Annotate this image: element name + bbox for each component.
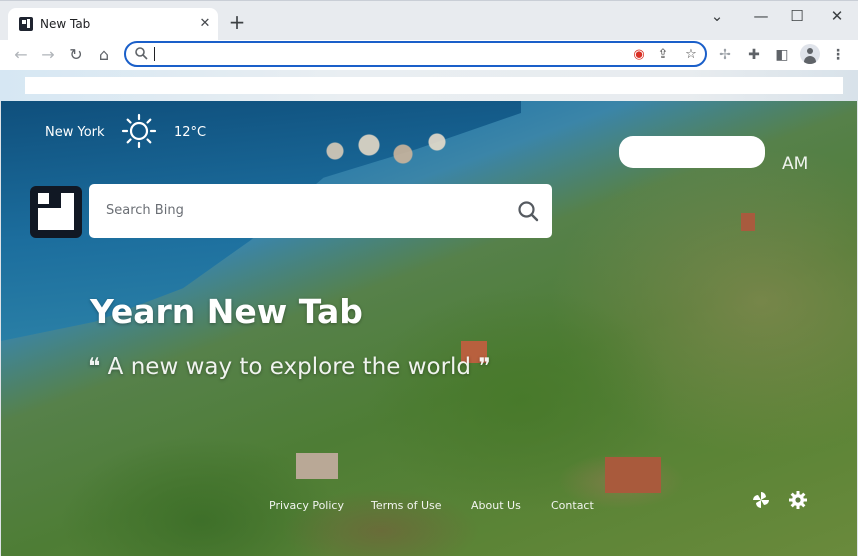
footer-link-terms-of-use[interactable]: Terms of Use: [371, 499, 442, 512]
background-house: [741, 213, 755, 231]
browser-toolbar: ← → ↻ ⌂ ◉ ⇪ ☆ ✢ ✚ ◧ ⋮: [0, 40, 858, 70]
side-panel-icon[interactable]: ◧: [771, 44, 793, 66]
tab-search-chevron-down-icon[interactable]: ⌄: [704, 5, 730, 27]
extensions-puzzle-icon[interactable]: ✚: [743, 44, 765, 66]
forward-icon[interactable]: →: [36, 43, 60, 67]
background-house: [605, 457, 661, 493]
search-input[interactable]: Search Bing: [89, 184, 552, 238]
share-icon[interactable]: ⇪: [654, 46, 672, 64]
new-tab-plus-icon[interactable]: +: [226, 12, 248, 34]
window-close-icon[interactable]: ✕: [824, 5, 850, 27]
sun-icon: [121, 113, 157, 149]
minimize-icon[interactable]: —: [748, 5, 774, 27]
tab-strip: New Tab ✕ + ⌄ — ☐ ✕: [0, 0, 858, 41]
bookmark-band: [0, 70, 858, 101]
profile-avatar[interactable]: [800, 44, 820, 64]
footer-link-contact[interactable]: Contact: [551, 499, 594, 512]
footer-link-privacy-policy[interactable]: Privacy Policy: [269, 499, 344, 512]
text-cursor: [154, 47, 155, 61]
new-tab-page: New York 12°C AM Search Bing Yearn New T…: [1, 101, 857, 556]
tab-title: New Tab: [40, 17, 91, 31]
tab-close-icon[interactable]: ✕: [196, 15, 214, 33]
omnibox-search-icon: [135, 47, 148, 60]
clock-time-redacted: [619, 136, 765, 168]
clock-ampm: AM: [782, 154, 809, 174]
hero-title: Yearn New Tab: [90, 292, 363, 331]
footer-link-about-us[interactable]: About Us: [471, 499, 521, 512]
tab-new-tab[interactable]: New Tab ✕: [8, 8, 218, 41]
background-village: [301, 121, 471, 181]
logo-base: [38, 213, 74, 230]
reload-icon[interactable]: ↻: [64, 43, 88, 67]
back-icon[interactable]: ←: [9, 43, 33, 67]
weather-temperature: 12°C: [174, 125, 207, 140]
restore-icon[interactable]: ☐: [784, 5, 810, 27]
background-house: [296, 453, 338, 479]
pinwheel-icon[interactable]: [751, 490, 771, 510]
hero-subtitle: ❝ A new way to explore the world ❞: [88, 354, 491, 380]
bookmark-bar: [25, 77, 843, 94]
address-bar[interactable]: ◉ ⇪ ☆: [124, 41, 707, 67]
blocked-cookie-icon[interactable]: ◉: [630, 46, 648, 64]
tab-favicon-icon: [19, 17, 33, 31]
search-icon[interactable]: [517, 200, 539, 222]
settings-gear-icon[interactable]: [788, 490, 808, 510]
pinwheel-extension-icon[interactable]: ✢: [714, 44, 736, 66]
bookmark-star-icon[interactable]: ☆: [682, 46, 700, 64]
more-menu-icon[interactable]: ⋮: [827, 44, 849, 66]
search-placeholder: Search Bing: [106, 203, 184, 218]
yearn-logo-icon[interactable]: [30, 186, 82, 238]
logo-bar: [61, 193, 74, 230]
home-icon[interactable]: ⌂: [92, 43, 116, 67]
weather-city: New York: [45, 125, 105, 140]
